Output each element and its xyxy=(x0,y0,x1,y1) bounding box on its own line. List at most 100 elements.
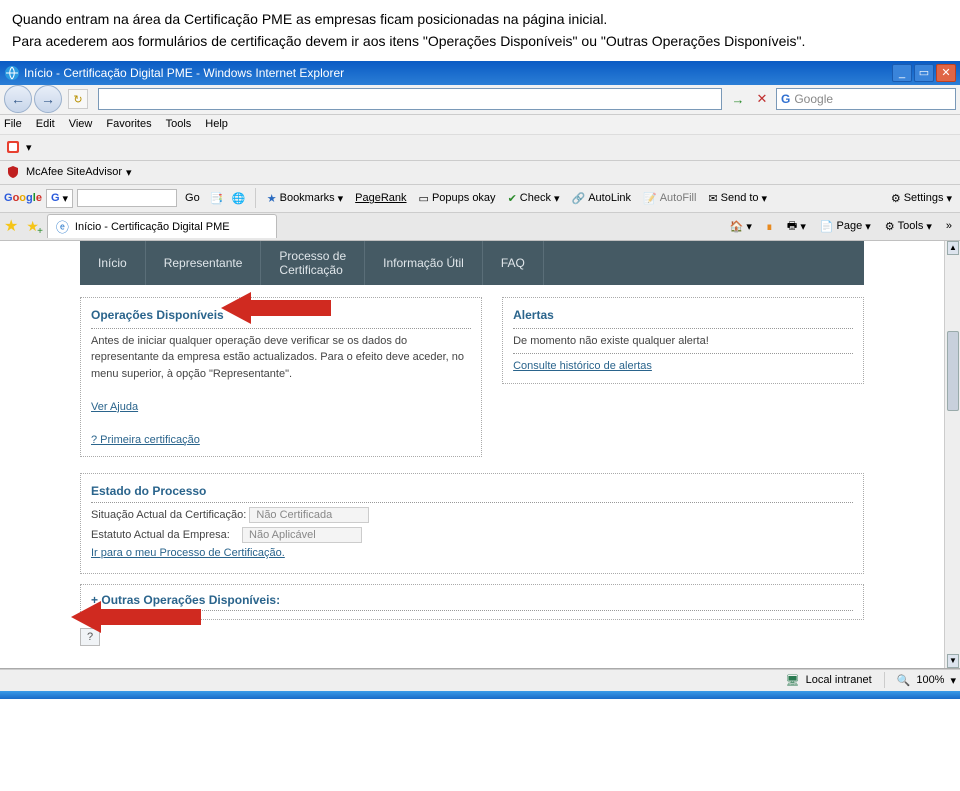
autofill-button[interactable]: 📝AutoFill xyxy=(639,190,700,207)
estatuto-value: Não Aplicável xyxy=(242,527,362,543)
alertas-historico-link[interactable]: Consulte histórico de alertas xyxy=(513,360,652,372)
home-icon: 🏠 xyxy=(730,220,744,233)
convert-toolbar: ▾ xyxy=(0,135,960,161)
browser-search-box[interactable]: G Google xyxy=(776,88,956,110)
status-bar: 🖥 Local intranet 🔍 100% ▾ xyxy=(0,669,960,691)
menu-help[interactable]: Help xyxy=(205,118,228,130)
nav-inicio[interactable]: Início xyxy=(80,241,146,285)
check-button[interactable]: ✔Check▾ xyxy=(504,190,564,207)
menu-bar: File Edit View Favorites Tools Help xyxy=(0,115,960,135)
refresh-button[interactable]: ↻ xyxy=(68,89,88,109)
google-brand: Google xyxy=(4,192,42,204)
minimize-button[interactable]: _ xyxy=(892,64,912,82)
settings-button[interactable]: ⚙Settings▾ xyxy=(887,190,956,207)
alertas-panel: Alertas De momento não existe qualquer a… xyxy=(502,297,864,384)
print-icon: 🖶 xyxy=(787,217,797,236)
nav-informacao[interactable]: Informação Útil xyxy=(365,241,483,285)
active-tab[interactable]: ⓔ Início - Certificação Digital PME xyxy=(47,214,277,238)
zone-icon: 🖥 xyxy=(786,674,800,687)
mcafee-label[interactable]: McAfee SiteAdvisor xyxy=(26,166,122,178)
home-dropdown[interactable]: 🏠▾ xyxy=(726,220,756,233)
pdf-icon[interactable] xyxy=(4,138,22,156)
operacoes-panel: Operações Disponíveis Antes de iniciar q… xyxy=(80,297,482,458)
outras-operacoes-panel[interactable]: + Outras Operações Disponíveis: xyxy=(80,584,864,620)
pagerank-button[interactable]: PageRank xyxy=(351,190,410,206)
dropdown-caret[interactable]: ▾ xyxy=(26,141,32,154)
zoom-caret[interactable]: ▾ xyxy=(950,674,956,687)
google-g-dropdown[interactable]: G ▾ xyxy=(46,189,73,208)
estatuto-label: Estatuto Actual da Empresa: xyxy=(91,529,230,541)
zoom-level[interactable]: 100% xyxy=(916,674,944,686)
primeira-certificacao-link[interactable]: ? Primeira certificação xyxy=(91,434,200,446)
autolink-button[interactable]: 🔗AutoLink xyxy=(568,190,636,207)
sendto-button[interactable]: ✉Send to▾ xyxy=(704,190,771,207)
favorites-star-icon[interactable]: ★ xyxy=(4,216,18,236)
search-placeholder: Google xyxy=(794,92,833,106)
mcafee-caret[interactable]: ▾ xyxy=(126,166,132,179)
google-search-input[interactable] xyxy=(77,189,177,207)
address-bar[interactable] xyxy=(98,88,722,110)
add-favorites-icon[interactable]: ★+ xyxy=(26,218,39,235)
vertical-scrollbar[interactable]: ▲ ▼ xyxy=(944,241,960,668)
print-dropdown[interactable]: 🖶▾ xyxy=(783,217,810,236)
window-title: Início - Certificação Digital PME - Wind… xyxy=(24,66,344,80)
tab-title: Início - Certificação Digital PME xyxy=(75,221,230,233)
alertas-msg: De momento não existe qualquer alerta! xyxy=(513,333,853,350)
situacao-label: Situação Actual da Certificação: xyxy=(91,509,246,521)
close-button[interactable]: ✕ xyxy=(936,64,956,82)
operacoes-body: Antes de iniciar qualquer operação deve … xyxy=(91,333,471,383)
more-button[interactable]: » xyxy=(942,220,956,232)
stop-button[interactable]: ✕ xyxy=(752,89,772,109)
google-tb-icon-2[interactable]: 🌐 xyxy=(230,189,248,207)
situacao-value: Não Certificada xyxy=(249,507,369,523)
menu-tools[interactable]: Tools xyxy=(166,118,192,130)
tools-dropdown[interactable]: ⚙Tools▾ xyxy=(881,220,936,233)
security-zone: Local intranet xyxy=(806,674,872,686)
ir-processo-link[interactable]: Ir para o meu Processo de Certificação. xyxy=(91,547,285,559)
gear-icon: ⚙ xyxy=(885,220,895,233)
estado-panel: Estado do Processo Situação Actual da Ce… xyxy=(80,473,864,574)
back-button[interactable]: ← xyxy=(4,85,32,113)
outras-plus: + xyxy=(91,593,98,607)
google-icon: G xyxy=(781,92,790,106)
ver-ajuda-link[interactable]: Ver Ajuda xyxy=(91,401,138,413)
menu-favorites[interactable]: Favorites xyxy=(106,118,151,130)
bookmarks-button[interactable]: ★Bookmarks▾ xyxy=(263,190,347,207)
menu-view[interactable]: View xyxy=(69,118,93,130)
google-toolbar: Google G ▾ Go 📑 🌐 ★Bookmarks▾ PageRank ▭… xyxy=(0,185,960,213)
scroll-thumb[interactable] xyxy=(947,331,959,411)
menu-file[interactable]: File xyxy=(4,118,22,130)
windows-taskbar xyxy=(0,691,960,699)
scroll-up-arrow[interactable]: ▲ xyxy=(947,241,959,255)
nav-representante[interactable]: Representante xyxy=(146,241,262,285)
forward-button[interactable]: → xyxy=(34,85,62,113)
scroll-down-arrow[interactable]: ▼ xyxy=(947,654,959,668)
page-dropdown[interactable]: 📄Page▾ xyxy=(816,220,875,233)
alertas-title: Alertas xyxy=(513,306,853,324)
feed-icon: ∎ xyxy=(766,220,773,233)
outras-label: Outras Operações Disponíveis: xyxy=(101,593,280,607)
mcafee-toolbar: McAfee SiteAdvisor ▾ xyxy=(0,161,960,185)
zoom-icon[interactable]: 🔍 xyxy=(897,674,911,687)
operacoes-title: Operações Disponíveis xyxy=(91,306,471,324)
popups-button[interactable]: ▭Popups okay xyxy=(415,190,500,207)
instruction-line-1: Quando entram na área da Certificação PM… xyxy=(12,8,948,30)
nav-processo[interactable]: Processo de Certificação xyxy=(261,241,365,285)
google-go-button[interactable]: Go xyxy=(181,190,204,206)
browser-nav-bar: ← → ↻ → ✕ G Google xyxy=(0,85,960,115)
page-content: Início Representante Processo de Certifi… xyxy=(0,241,960,669)
menu-edit[interactable]: Edit xyxy=(36,118,55,130)
nav-faq[interactable]: FAQ xyxy=(483,241,544,285)
maximize-button[interactable]: ▭ xyxy=(914,64,934,82)
page-icon: 📄 xyxy=(820,220,834,233)
help-button[interactable]: ? xyxy=(80,628,100,646)
go-button[interactable]: → xyxy=(728,89,748,109)
instruction-paragraphs: Quando entram na área da Certificação PM… xyxy=(0,0,960,61)
window-titlebar: Início - Certificação Digital PME - Wind… xyxy=(0,61,960,85)
tab-ie-icon: ⓔ xyxy=(56,217,69,236)
feed-button[interactable]: ∎ xyxy=(762,220,777,233)
google-tb-icon-1[interactable]: 📑 xyxy=(208,189,226,207)
estado-title: Estado do Processo xyxy=(91,484,853,498)
mcafee-shield-icon xyxy=(4,163,22,181)
ie-icon xyxy=(4,65,20,81)
